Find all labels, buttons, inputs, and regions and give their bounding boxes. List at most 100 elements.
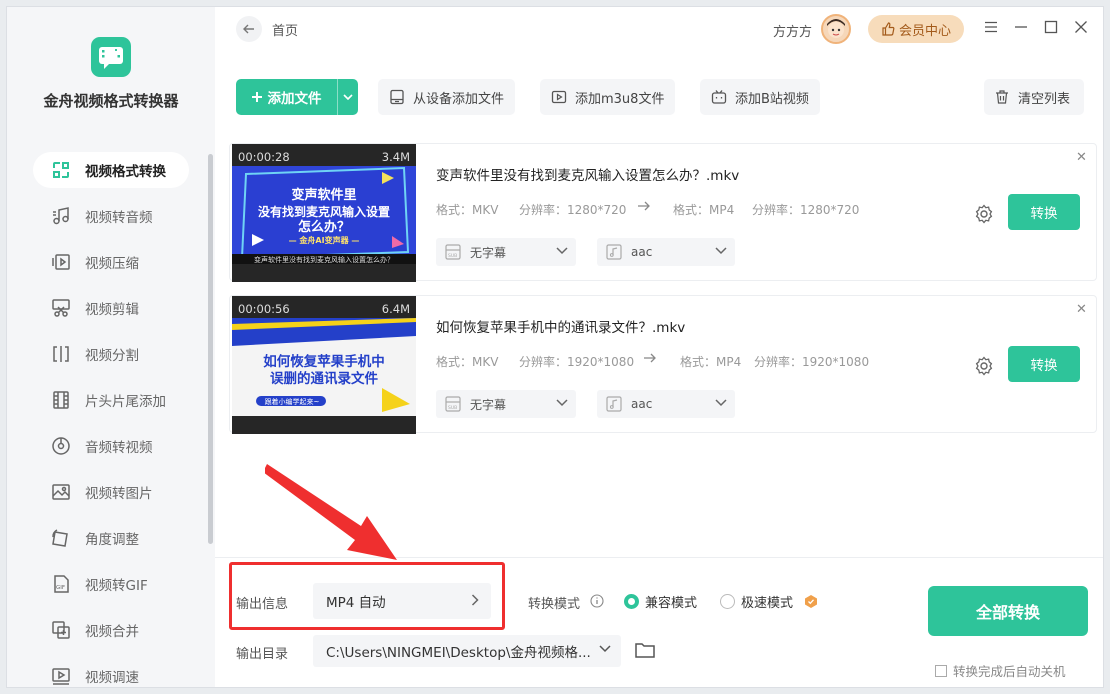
- sidebar-item-video-to-image[interactable]: 视频转图片: [33, 474, 189, 510]
- audio-select[interactable]: aac: [597, 238, 735, 266]
- convert-button[interactable]: 转换: [1008, 346, 1080, 382]
- sidebar-item-label: 角度调整: [85, 532, 139, 548]
- subtitle-select[interactable]: SUB 无字幕: [436, 238, 576, 266]
- target-resolution: 分辨率：1280*720: [752, 203, 860, 217]
- device-icon: [390, 89, 404, 105]
- file-title: 如何恢复苹果手机中的通讯录文件？.mkv: [436, 320, 686, 336]
- minimize-icon[interactable]: [1011, 17, 1031, 37]
- add-file-button[interactable]: 添加文件: [236, 79, 358, 115]
- subtitle-select[interactable]: SUB 无字幕: [436, 390, 576, 418]
- add-m3u8-button[interactable]: 添加m3u8文件: [540, 79, 676, 115]
- thumbnail-line: 没有找到麦克风输入设置: [257, 205, 390, 219]
- thumbnail-tagline: 跟着小编学起来~: [264, 398, 320, 406]
- clear-list-button[interactable]: 清空列表: [984, 79, 1085, 115]
- target-format: 格式：MP4: [680, 355, 742, 369]
- file-title: 变声软件里没有找到麦克风输入设置怎么办？.mkv: [436, 168, 740, 184]
- auto-shutdown-label: 转换完成后自动关机: [953, 664, 1066, 679]
- svg-text:SUB: SUB: [448, 253, 457, 259]
- disc-icon: [51, 436, 71, 456]
- sidebar-item-label: 视频转音频: [85, 210, 153, 226]
- vip-badge-icon: [805, 595, 817, 608]
- play-box-icon: [551, 90, 567, 104]
- clear-list-label: 清空列表: [1018, 91, 1071, 107]
- convert-all-button[interactable]: 全部转换: [928, 586, 1088, 636]
- back-button[interactable]: [236, 16, 262, 42]
- add-file-main[interactable]: 添加文件: [236, 79, 336, 115]
- arrow-right-icon: [638, 201, 650, 211]
- annotation-arrow-icon: [265, 464, 397, 560]
- audio-file-icon: [606, 244, 622, 260]
- settings-gear-icon[interactable]: [974, 356, 994, 376]
- audio-select[interactable]: aac: [597, 390, 735, 418]
- sidebar-item-split[interactable]: 视频分割: [33, 336, 189, 372]
- app-window: 金舟视频格式转换器 视频格式转换 视频转音频 视频压缩 视频剪辑 视频分割 片头…: [6, 6, 1104, 688]
- sidebar-item-merge[interactable]: 视频合并: [33, 612, 189, 648]
- subtitle-icon: SUB: [445, 244, 461, 260]
- sidebar: 金舟视频格式转换器 视频格式转换 视频转音频 视频压缩 视频剪辑 视频分割 片头…: [7, 7, 215, 687]
- close-icon[interactable]: [1071, 17, 1091, 37]
- video-thumbnail[interactable]: 00:00:28 3.4M 变声软件里 没有找到麦克风输入设置 怎么办？ — 金…: [232, 144, 416, 282]
- subtitle-value: 无字幕: [470, 245, 507, 260]
- add-from-device-button[interactable]: 从设备添加文件: [378, 79, 516, 115]
- svg-text:SUB: SUB: [448, 405, 457, 411]
- auto-shutdown-checkbox[interactable]: 转换完成后自动关机: [935, 661, 1066, 680]
- avatar[interactable]: [821, 14, 851, 44]
- sidebar-item-speed[interactable]: 视频调速: [33, 658, 189, 687]
- arrow-left-icon: [243, 24, 254, 34]
- bilibili-icon: [711, 90, 727, 104]
- thumbnail-line: 误删的通讯录文件: [270, 371, 378, 387]
- sidebar-item-label: 视频剪辑: [85, 302, 139, 318]
- info-icon[interactable]: [590, 594, 604, 608]
- sidebar-item-audio-to-video[interactable]: 音频转视频: [33, 428, 189, 464]
- user-name[interactable]: 方方方: [773, 21, 812, 40]
- sidebar-item-gif[interactable]: GIF 视频转GIF: [33, 566, 189, 602]
- add-file-dropdown[interactable]: [337, 79, 358, 115]
- target-resolution: 分辨率：1920*1080: [754, 355, 870, 369]
- folder-icon[interactable]: [634, 640, 656, 660]
- arrow-right-icon: [644, 353, 656, 363]
- sidebar-item-label: 视频格式转换: [85, 164, 166, 180]
- vip-center-button[interactable]: 会员中心: [868, 15, 964, 43]
- sidebar-item-label: 视频分割: [85, 348, 139, 364]
- convert-button[interactable]: 转换: [1008, 194, 1080, 230]
- maximize-icon[interactable]: [1041, 17, 1061, 37]
- sidebar-item-intro-outro[interactable]: 片头片尾添加: [33, 382, 189, 418]
- video-duration: 00:00:56: [238, 302, 290, 316]
- menu-icon[interactable]: [981, 17, 1001, 37]
- mode-compatible-radio[interactable]: 兼容模式: [624, 592, 697, 611]
- sidebar-scrollbar[interactable]: [208, 154, 213, 544]
- svg-text:GIF: GIF: [56, 585, 65, 591]
- output-dir-label: 输出目录: [236, 647, 289, 662]
- chevron-down-icon: [599, 645, 611, 653]
- sidebar-item-label: 视频转GIF: [85, 578, 148, 594]
- gif-icon: GIF: [51, 574, 71, 594]
- output-dir-select[interactable]: C:\Users\NINGMEI\Desktop\金舟视频格...: [313, 635, 621, 667]
- sidebar-item-compress[interactable]: 视频压缩: [33, 244, 189, 280]
- sidebar-item-video-convert[interactable]: 视频格式转换: [33, 152, 189, 188]
- convert-mode-label: 转换模式: [528, 597, 581, 612]
- sidebar-item-label: 视频转图片: [85, 486, 153, 502]
- sidebar-item-edit[interactable]: 视频剪辑: [33, 290, 189, 326]
- trash-icon: [996, 90, 1008, 104]
- breadcrumb[interactable]: 首页: [272, 20, 298, 39]
- add-bilibili-button[interactable]: 添加B站视频: [700, 79, 820, 115]
- video-thumbnail[interactable]: 00:00:56 6.4M 如何恢复苹果手机中 误删的通讯录文件 跟着小编学起来…: [232, 296, 416, 434]
- settings-gear-icon[interactable]: [974, 204, 994, 224]
- image-icon: [51, 482, 71, 502]
- scissors-icon: [51, 298, 71, 318]
- source-format: 格式：MKV: [436, 355, 499, 369]
- thumbnail-line: — 金舟AI变声器 —: [288, 236, 360, 245]
- chevron-down-icon: [343, 94, 353, 100]
- file-card[interactable]: 00:00:28 3.4M 变声软件里 没有找到麦克风输入设置 怎么办？ — 金…: [229, 143, 1097, 282]
- remove-file-icon[interactable]: ✕: [1076, 150, 1087, 165]
- source-resolution: 分辨率：1280*720: [519, 203, 627, 217]
- vip-label: 会员中心: [898, 23, 951, 39]
- add-from-device-label: 从设备添加文件: [413, 91, 505, 107]
- remove-file-icon[interactable]: ✕: [1076, 302, 1087, 317]
- file-card[interactable]: 00:00:56 6.4M 如何恢复苹果手机中 误删的通讯录文件 跟着小编学起来…: [229, 295, 1097, 434]
- sidebar-item-video-to-audio[interactable]: 视频转音频: [33, 198, 189, 234]
- mode-fast-radio[interactable]: 极速模式: [720, 592, 793, 611]
- sidebar-item-rotate[interactable]: 角度调整: [33, 520, 189, 556]
- radio-dot: [720, 594, 735, 609]
- thumbs-up-icon: [882, 22, 895, 36]
